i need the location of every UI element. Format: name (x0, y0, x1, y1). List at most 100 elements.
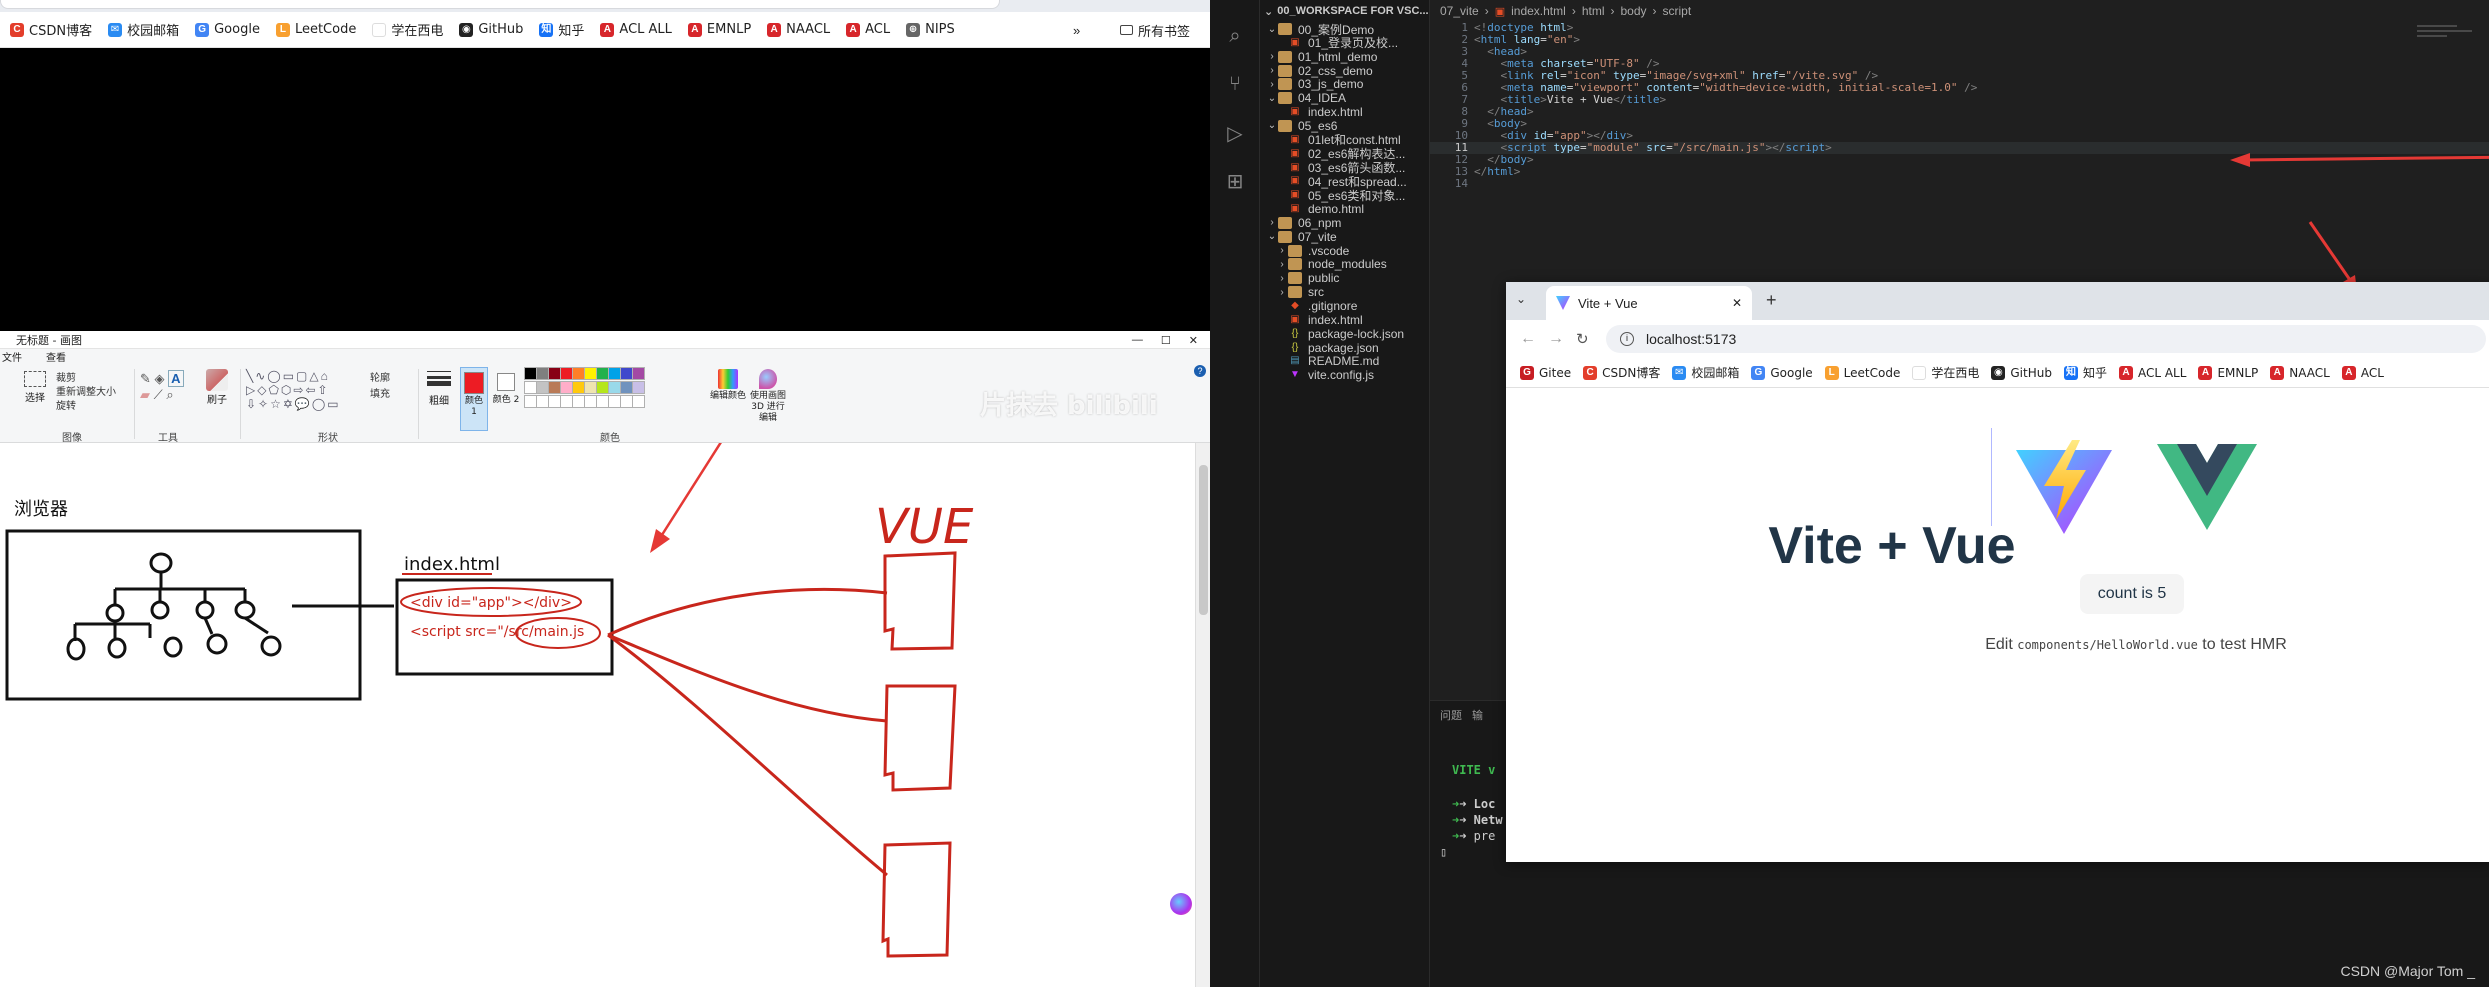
eraser-icon[interactable]: ▰ (140, 387, 150, 402)
bookmark-item[interactable]: ◉ GitHub (459, 22, 523, 37)
bookmark-item[interactable]: A ACL (2341, 365, 2384, 380)
minimize-button[interactable]: — (1132, 334, 1143, 346)
bookmark-item[interactable]: L LeetCode (275, 22, 356, 37)
edit-colors-button[interactable]: 编辑颜色 (710, 367, 746, 429)
tree-folder[interactable]: › src (1260, 285, 1429, 299)
address-bar[interactable]: i localhost:5173 (1606, 325, 2486, 353)
tree-folder[interactable]: › 02_css_demo (1260, 64, 1429, 78)
bookmark-item[interactable]: 学在西电 (372, 20, 443, 39)
tree-folder[interactable]: › 06_npm (1260, 216, 1429, 230)
all-bookmarks-button[interactable]: 所有书签 (1120, 12, 1190, 48)
tab-problems[interactable]: 问题 (1440, 707, 1462, 723)
tree-folder[interactable]: ⌄ 04_IDEA (1260, 91, 1429, 106)
more-bookmarks-button[interactable]: » (1073, 12, 1080, 48)
source-control-icon[interactable]: ⑂ (1223, 72, 1247, 96)
bookmark-label: 校园邮箱 (1691, 366, 1740, 380)
select-button[interactable]: 选择 (20, 369, 50, 419)
tree-file[interactable]: ▣ index.html (1260, 313, 1429, 327)
maximize-button[interactable]: ☐ (1161, 334, 1171, 347)
arrow-line (2241, 155, 2489, 162)
magnifier-icon[interactable]: ⌕ (166, 387, 173, 402)
tree-file[interactable]: ▣ 01_登录页及校... (1260, 36, 1429, 50)
new-tab-button[interactable]: + (1766, 290, 1777, 311)
canvas-scrollbar[interactable] (1195, 443, 1210, 987)
tree-file[interactable]: ▤ README.md (1260, 354, 1429, 368)
extensions-icon[interactable]: ⊞ (1223, 170, 1247, 194)
size-button[interactable]: 粗细 (424, 369, 454, 427)
tree-item-label: 07_vite (1298, 229, 1337, 244)
count-button[interactable]: count is 5 (2080, 574, 2184, 614)
bookmark-item[interactable]: A ACL ALL (600, 22, 672, 37)
bookmark-item[interactable]: ✉ 校园邮箱 (1672, 364, 1739, 381)
text-icon[interactable]: A (168, 370, 184, 387)
tree-file[interactable]: ▣ demo.html (1260, 202, 1429, 216)
forward-icon[interactable]: → (1548, 330, 1564, 348)
tree-folder[interactable]: › 01_html_demo (1260, 50, 1429, 64)
bookmark-item[interactable]: ◉ GitHub (1991, 365, 2052, 380)
html-file-icon: ▣ (1290, 189, 1300, 201)
bookmark-item[interactable]: 学在西电 (1912, 364, 1979, 381)
reload-icon[interactable]: ↻ (1576, 330, 1589, 348)
tree-folder[interactable]: ⌄ 07_vite (1260, 229, 1429, 244)
resize-button[interactable]: 重新调整大小 (56, 383, 116, 398)
picker-icon[interactable]: ⟋ (154, 387, 163, 402)
paint-canvas[interactable]: 浏览器 index.html <div id="app"></div> <scr… (0, 443, 1195, 987)
bookmark-item[interactable]: L LeetCode (1824, 365, 1900, 380)
custom-color-slot[interactable] (632, 395, 645, 408)
shapes-gallery[interactable]: ╲∿◯▭▢△⌂ ▷◇⬠⬡⇨⇦⇧ ⇩✧☆✡💬◯▭ (246, 369, 362, 415)
tree-file[interactable]: ▼ vite.config.js (1260, 368, 1429, 382)
color1-button[interactable]: 颜色 1 (460, 367, 488, 431)
tab-list-button[interactable]: ⌄ (1516, 292, 1526, 306)
tree-folder[interactable]: › .vscode (1260, 244, 1429, 258)
explorer-header[interactable]: ⌄ 00_WORKSPACE FOR VSC... (1264, 0, 1429, 22)
tree-folder[interactable]: › public (1260, 271, 1429, 285)
tree-file[interactable]: ▣ index.html (1260, 105, 1429, 119)
help-icon[interactable]: ? (1194, 365, 1206, 377)
tree-item-label: 04_IDEA (1298, 91, 1347, 106)
color2-button[interactable]: 颜色 2 (492, 367, 520, 431)
tab-file[interactable]: 文件 (2, 349, 22, 364)
brush-button[interactable]: 刷子 (202, 369, 232, 419)
bookmark-item[interactable]: G Google (1751, 365, 1813, 380)
close-tab-icon[interactable]: ✕ (1732, 296, 1742, 310)
paint3d-button[interactable]: 使用画图 3D 进行编辑 (748, 367, 788, 429)
color-swatch[interactable] (632, 381, 645, 394)
pencil-icon[interactable]: ✎ (140, 371, 151, 386)
tree-file[interactable]: ▣ 05_es6类和对象... (1260, 188, 1429, 203)
bookmark-item[interactable]: A NAACL (2270, 365, 2330, 380)
tab-vite-vue[interactable]: Vite + Vue ✕ (1546, 286, 1752, 320)
bookmark-item[interactable]: G Gitee (1520, 365, 1571, 380)
search-icon[interactable]: ⌕ (1223, 24, 1247, 48)
bookmark-item[interactable]: ✉ 校园邮箱 (108, 20, 179, 39)
bookmark-item[interactable]: A ACL (846, 22, 890, 37)
color-swatch[interactable] (632, 367, 645, 380)
bookmark-item[interactable]: A ACL ALL (2118, 365, 2186, 380)
bookmark-item[interactable]: C CSDN博客 (1583, 364, 1660, 381)
bookmark-item[interactable]: 知知乎 (2063, 364, 2107, 381)
tree-file[interactable]: {} package.json (1260, 341, 1429, 355)
tree-folder[interactable]: › node_modules (1260, 257, 1429, 271)
bookmark-item[interactable]: ⊕ NIPS (906, 22, 955, 37)
bookmark-item[interactable]: G Google (195, 22, 260, 37)
tree-folder[interactable]: › 03_js_demo (1260, 77, 1429, 91)
bookmark-item[interactable]: A EMNLP (687, 22, 751, 37)
site-info-icon[interactable]: i (1620, 332, 1634, 346)
bookmark-item[interactable]: A NAACL (767, 22, 830, 37)
bookmark-item[interactable]: C CSDN博客 (10, 20, 92, 39)
outline-dropdown[interactable]: 轮廓 (370, 369, 390, 384)
close-button[interactable]: ✕ (1189, 334, 1198, 347)
tab-view[interactable]: 查看 (46, 349, 66, 364)
tree-file[interactable]: {} package-lock.json (1260, 327, 1429, 341)
bookmark-item[interactable]: A EMNLP (2198, 365, 2258, 380)
crop-button[interactable]: 裁剪 (56, 369, 76, 384)
tab-output[interactable]: 输 (1472, 707, 1483, 723)
tree-file[interactable]: ◆ .gitignore (1260, 299, 1429, 313)
fill-dropdown[interactable]: 填充 (370, 385, 390, 400)
rotate-button[interactable]: 旋转 (56, 397, 76, 412)
back-icon[interactable]: ← (1520, 330, 1536, 348)
bookmark-item[interactable]: 知知乎 (539, 20, 584, 39)
chrome-window: ⌄ Vite + Vue ✕ + ← → ↻ i localhost:5173 … (1506, 282, 2489, 862)
copilot-icon[interactable] (1170, 893, 1192, 915)
fill-icon[interactable]: ◈ (155, 371, 165, 386)
run-debug-icon[interactable]: ▷ (1223, 122, 1247, 146)
